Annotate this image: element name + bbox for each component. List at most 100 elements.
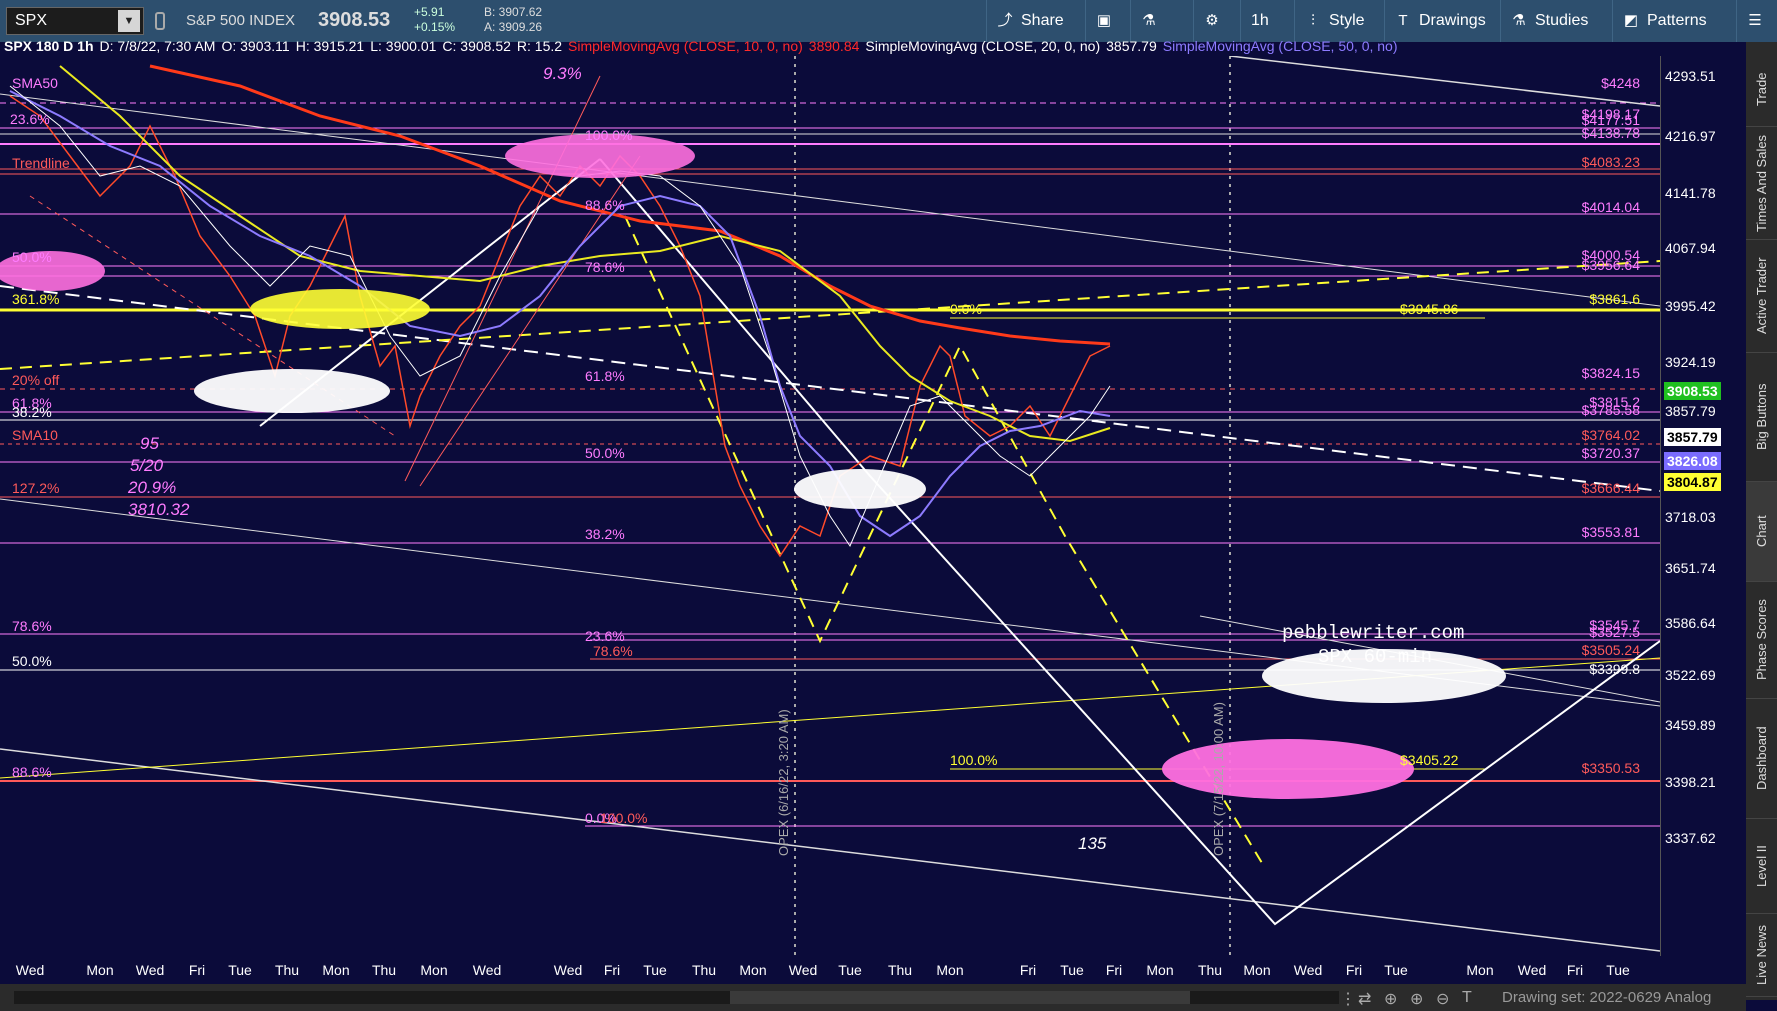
price-chart[interactable]: SMA50 23.6% Trendline 50.0% 361.8% 20% o… bbox=[0, 56, 1660, 956]
sma20-value: 3857.79 bbox=[1106, 38, 1157, 54]
settings-button[interactable]: ⚙ bbox=[1193, 0, 1230, 42]
sidebar-tab-times-and-sales[interactable]: Times And Sales bbox=[1746, 127, 1777, 240]
pattern-icon: ◩ bbox=[1623, 12, 1639, 29]
flask-button[interactable]: ⚗ bbox=[1130, 0, 1167, 42]
menu-button[interactable]: ☰ bbox=[1736, 0, 1773, 42]
fib-label: 100.0% bbox=[600, 810, 647, 826]
left-label: Trendline bbox=[12, 155, 70, 171]
price-tick-label: 3459.89 bbox=[1665, 717, 1716, 733]
text-t-icon[interactable]: T bbox=[1462, 989, 1472, 1007]
symbol-input[interactable]: SPX bbox=[7, 12, 118, 30]
time-tick-label: Wed bbox=[1293, 962, 1323, 978]
time-axis[interactable]: Wed Mon Wed Fri Tue Thu Mon Thu Mon Wed Wed Fri Tue T… bbox=[0, 956, 1660, 984]
level-price-label: $3764.02 bbox=[1582, 427, 1641, 443]
ask-price: A: 3909.26 bbox=[484, 20, 543, 34]
price-tick-label: 3718.03 bbox=[1665, 509, 1716, 525]
level-price-label: $3527.5 bbox=[1589, 624, 1640, 640]
fib-label: 50.0% bbox=[585, 445, 625, 461]
note-label: 5/20 bbox=[130, 456, 164, 475]
style-button[interactable]: ⫶ Style bbox=[1294, 0, 1375, 42]
sidebar-tab-live-news[interactable]: Live News bbox=[1746, 914, 1777, 997]
camera-icon: ▣ bbox=[1096, 12, 1112, 29]
fib-label: 0.0% bbox=[950, 301, 982, 317]
level-price-label: $3824.15 bbox=[1582, 365, 1641, 381]
left-label: 127.2% bbox=[12, 480, 59, 496]
share-label: Share bbox=[1021, 12, 1064, 29]
sidebar-tab-level-ii[interactable]: Level II bbox=[1746, 819, 1777, 914]
time-tick-label: Tue bbox=[228, 962, 252, 978]
price-axis[interactable]: 4293.51 4216.97 4141.78 4067.94 3995.42 3924.… bbox=[1660, 56, 1746, 956]
highlight-ellipse bbox=[1162, 739, 1414, 799]
sidebar-tab-dashboard[interactable]: Dashboard bbox=[1746, 699, 1777, 819]
time-tick-label: Mon bbox=[1243, 962, 1271, 978]
pan-icon[interactable]: ⇄ bbox=[1358, 989, 1371, 1009]
patterns-button[interactable]: ◩ Patterns bbox=[1612, 0, 1717, 42]
drawings-button[interactable]: T Drawings bbox=[1384, 0, 1496, 42]
sidebar-tab-phase-scores[interactable]: Phase Scores bbox=[1746, 582, 1777, 699]
time-tick-label: Fri bbox=[603, 962, 621, 978]
level-price-label: $3666.44 bbox=[1582, 480, 1641, 496]
price-tick-label: 3522.69 bbox=[1665, 667, 1716, 683]
time-tick-label: Thu bbox=[691, 962, 717, 978]
drag-handle-icon[interactable]: ⋮ bbox=[1340, 989, 1356, 1009]
link-icon[interactable] bbox=[155, 12, 165, 30]
zoom-out-icon[interactable]: ⊖ bbox=[1436, 989, 1449, 1009]
flask-icon: ⚗ bbox=[1512, 12, 1526, 29]
sidebar-tab-big-buttons[interactable]: Big Buttons bbox=[1746, 353, 1777, 482]
left-label: 20% off bbox=[12, 372, 59, 388]
fib-label: 100.0% bbox=[585, 127, 632, 143]
note-label: 9.3% bbox=[543, 64, 582, 83]
studies-button[interactable]: ⚗ Studies bbox=[1500, 0, 1598, 42]
timeframe-button[interactable]: 1h bbox=[1240, 0, 1279, 42]
symbol-selector[interactable]: SPX ▼ bbox=[6, 7, 144, 35]
fib-label: 78.6% bbox=[585, 259, 625, 275]
note-label: 20.9% bbox=[127, 478, 176, 497]
drawing-set-label[interactable]: Drawing set: 2022-0629 Analog bbox=[1502, 989, 1711, 1006]
level-price-label: $3505.24 bbox=[1582, 642, 1641, 658]
note-label: 3810.32 bbox=[128, 500, 190, 519]
opex-label: OPEX (7/15/22, 10:00 AM) bbox=[1211, 702, 1226, 856]
bar-range: R: 15.2 bbox=[516, 38, 563, 54]
price-tick-label: 3651.74 bbox=[1665, 560, 1716, 576]
chevron-down-icon[interactable]: ▼ bbox=[118, 10, 140, 32]
bid-price: B: 3907.62 bbox=[484, 5, 543, 19]
time-tick-label: Fri bbox=[1345, 962, 1363, 978]
level-price-label: $3956.64 bbox=[1582, 257, 1641, 273]
bar-high: H: 3915.21 bbox=[295, 38, 365, 54]
time-tick-label: Fri bbox=[1105, 962, 1123, 978]
studies-label: Studies bbox=[1535, 12, 1589, 29]
last-price: 3908.53 bbox=[318, 9, 391, 31]
zoom-in-icon[interactable]: ⊕ bbox=[1410, 989, 1423, 1009]
fib-label: 38.2% bbox=[585, 526, 625, 542]
trend-line bbox=[0, 748, 1660, 952]
sidebar-tab-chart[interactable]: Chart bbox=[1746, 482, 1777, 582]
sma20-label[interactable]: SimpleMovingAvg (CLOSE, 20, 0, no) bbox=[865, 38, 1100, 56]
sma50-label[interactable]: SimpleMovingAvg (CLOSE, 50, 0, no) bbox=[1163, 38, 1398, 56]
drawings-label: Drawings bbox=[1419, 12, 1486, 29]
menu-icon: ☰ bbox=[1748, 12, 1762, 29]
opex-label: OPEX (6/16/22, 3:20 AM) bbox=[776, 709, 791, 856]
time-tick-label: Tue bbox=[1384, 962, 1408, 978]
price-tick-label: 3398.21 bbox=[1665, 774, 1716, 790]
share-button[interactable]: ⤴ Share bbox=[986, 0, 1074, 42]
sma10-label[interactable]: SimpleMovingAvg (CLOSE, 10, 0, no) bbox=[568, 38, 803, 56]
crosshair-icon[interactable]: ⊕ bbox=[1384, 989, 1397, 1009]
change-block: +5.91 +0.15% bbox=[414, 5, 455, 35]
level-price-label: $4138.78 bbox=[1582, 125, 1641, 141]
symbol-description: S&P 500 INDEX bbox=[186, 12, 295, 29]
sidebar-tab-active-trader[interactable]: Active Trader bbox=[1746, 240, 1777, 353]
left-label: 361.8% bbox=[12, 291, 59, 307]
sidebar-tab-trade[interactable]: Trade bbox=[1746, 52, 1777, 127]
flask-icon: ⚗ bbox=[1142, 12, 1156, 29]
timeframe-label: 1h bbox=[1251, 12, 1269, 29]
highlight-ellipse bbox=[794, 469, 926, 509]
level-price-label: $4014.04 bbox=[1582, 199, 1641, 215]
study-header: SPX 180 D 1h D: 7/8/22, 7:30 AM O: 3903.… bbox=[4, 38, 1398, 56]
app-window: SPX ▼ S&P 500 INDEX 3908.53 +5.91 +0.15%… bbox=[0, 0, 1777, 1011]
scrollbar-thumb[interactable] bbox=[730, 991, 1190, 1004]
gear-icon: ⚙ bbox=[1205, 12, 1219, 29]
snapshot-button[interactable]: ▣ bbox=[1085, 0, 1122, 42]
fib-label: 88.6% bbox=[585, 197, 625, 213]
price-tick-label: 3924.19 bbox=[1665, 354, 1716, 370]
trend-line bbox=[1229, 56, 1660, 107]
